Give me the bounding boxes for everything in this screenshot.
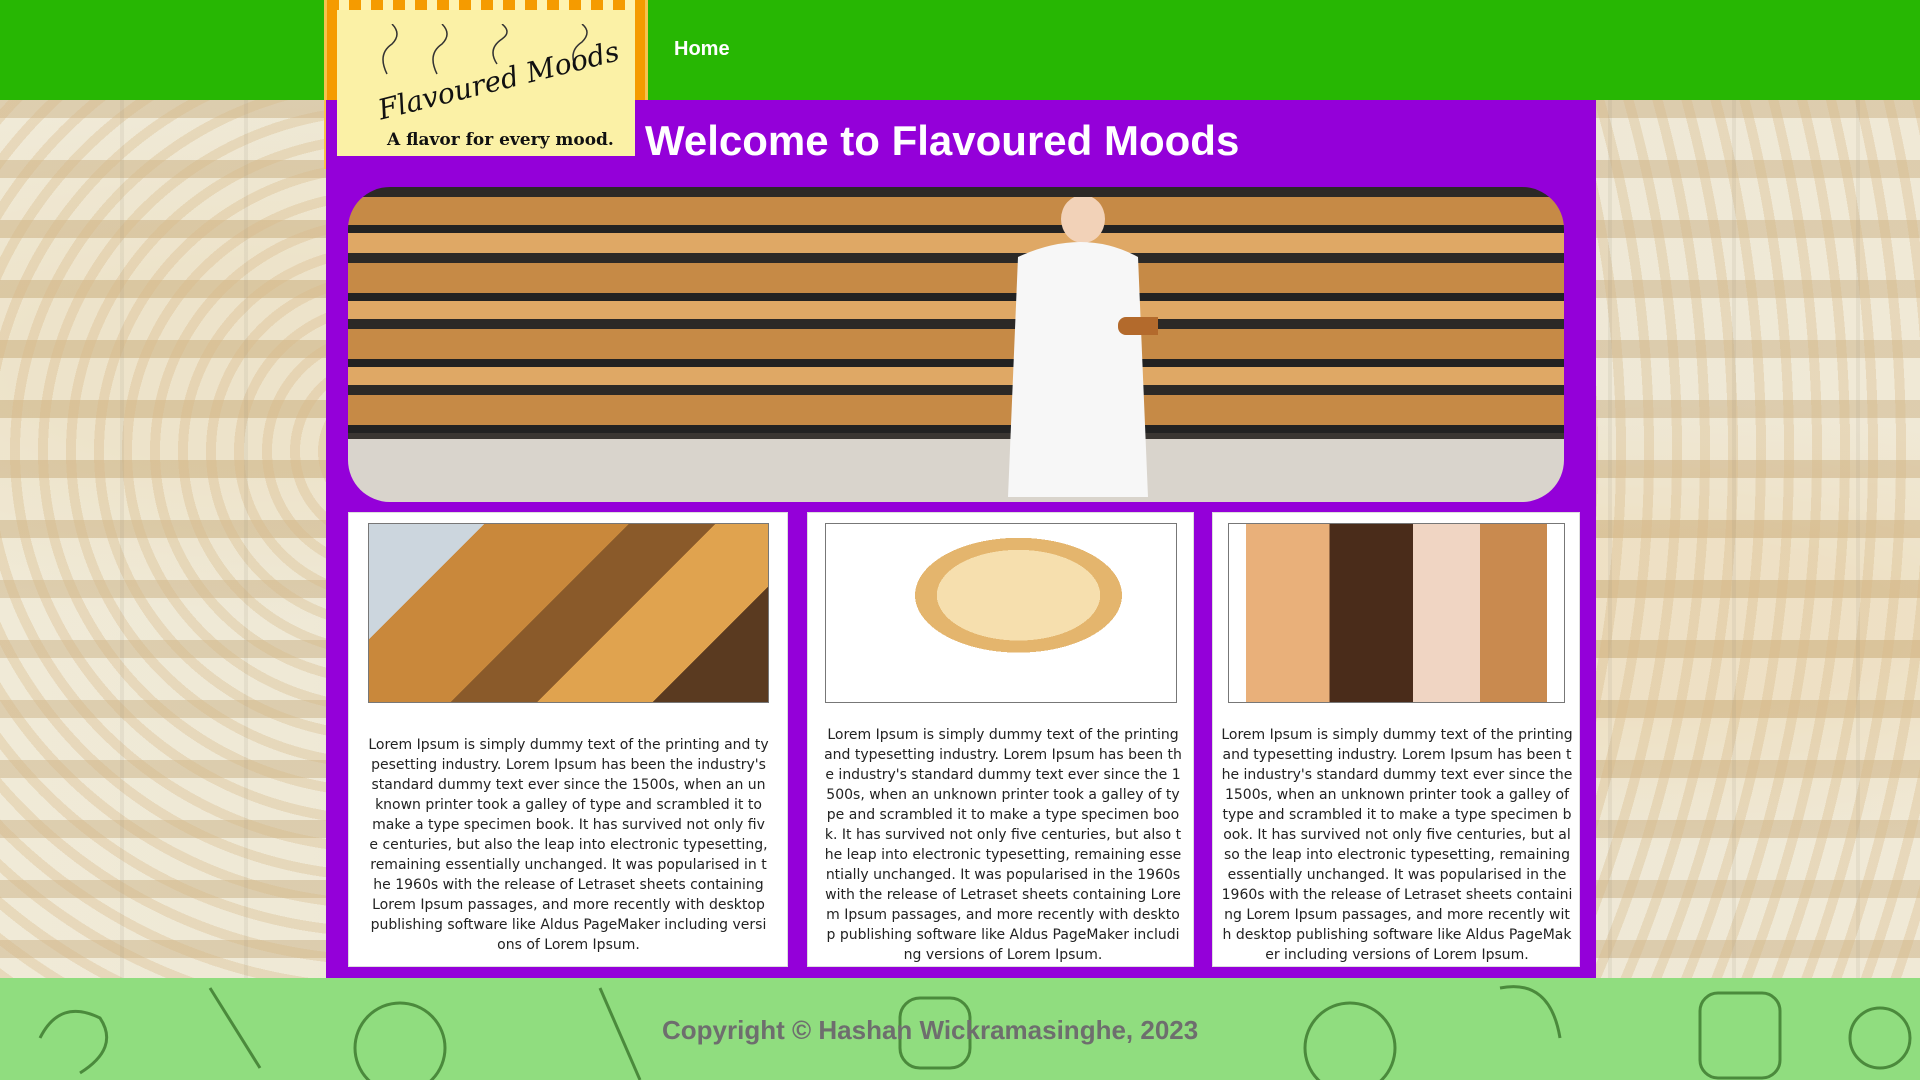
card-description: Lorem Ipsum is simply dummy text of the … [1221,727,1573,963]
hero-shelf [348,293,1564,301]
bread-loaf-image [825,523,1177,703]
site-logo[interactable]: Flavoured Moods A flavor for every mood. [324,0,648,169]
nav-home-link[interactable]: Home [674,38,730,61]
card-description: Lorem Ipsum is simply dummy text of the … [824,727,1182,963]
product-card: Lorem Ipsum is simply dummy text of the … [348,512,788,967]
card-description: Lorem Ipsum is simply dummy text of the … [368,737,769,953]
chef-figure [1008,197,1158,497]
top-nav-bar [0,0,1920,100]
hero-shelf [348,225,1564,233]
hero-shelf [348,359,1564,367]
hero-bakery-image [348,187,1564,502]
copyright-text: Copyright © Hashan Wickramasinghe, 2023 [662,1015,1199,1045]
page-title: Welcome to Flavoured Moods [645,117,1240,164]
product-card: Lorem Ipsum is simply dummy text of the … [807,512,1194,967]
product-card: Lorem Ipsum is simply dummy text of the … [1212,512,1580,967]
hero-shelf [348,425,1564,433]
pastries-image [368,523,769,703]
cakes-image [1228,523,1565,703]
logo-tagline: A flavor for every mood. [387,130,614,150]
